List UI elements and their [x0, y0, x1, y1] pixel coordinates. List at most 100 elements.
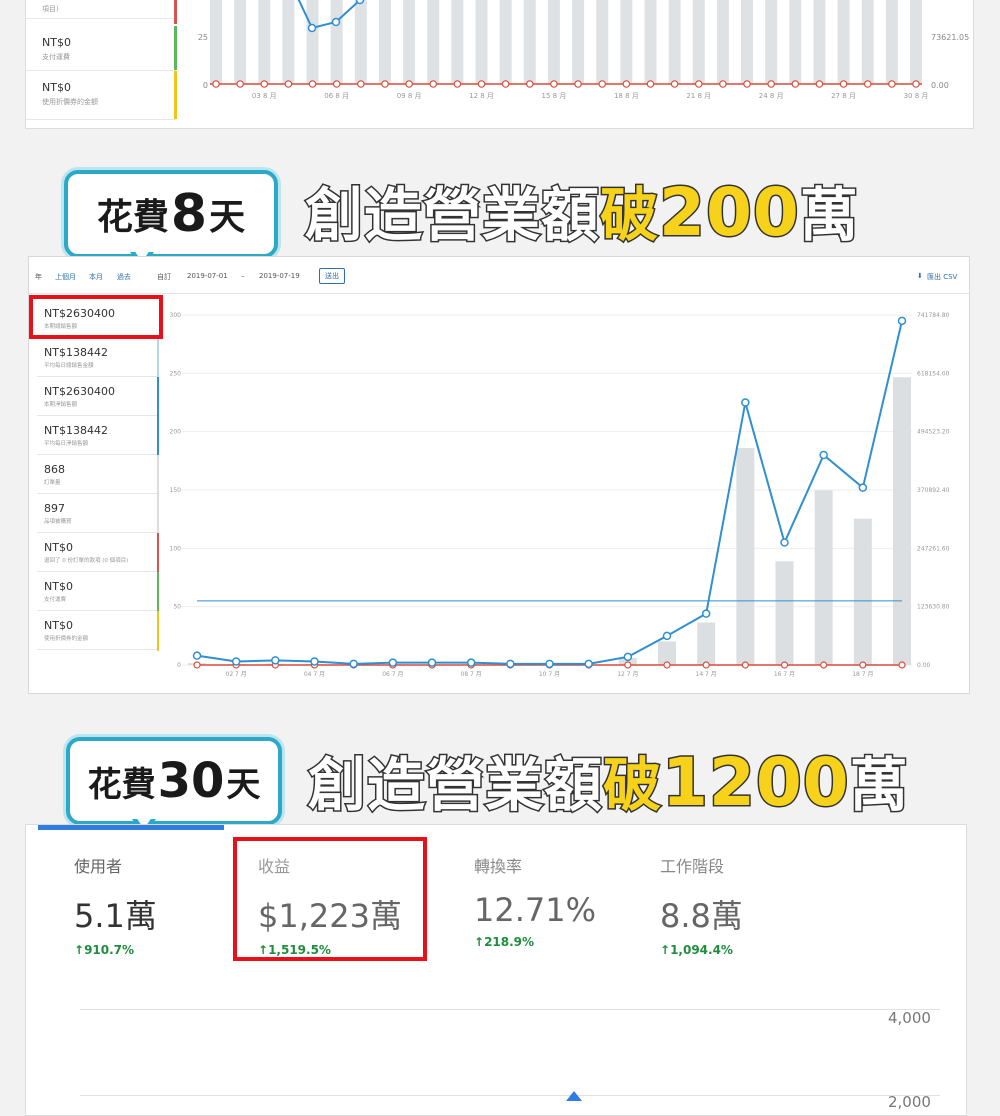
top-summary-cell[interactable]: 項目): [26, 0, 176, 19]
summary-cell[interactable]: NT$0退回了 0 份訂單的款項 (0 個項目): [37, 533, 159, 572]
range-past-tab[interactable]: 過去: [117, 272, 131, 282]
y-tick-label: 25: [198, 33, 208, 42]
y-tick-label: 250: [170, 370, 182, 377]
bar: [307, 0, 319, 84]
x-tick-label: 06 8 月: [324, 92, 349, 100]
data-point: [237, 81, 243, 87]
arrow-up-icon: ↑: [474, 935, 484, 949]
bar: [862, 0, 874, 84]
metric-sessions[interactable]: 工作階段 8.8萬 ↑1,094.4%: [660, 853, 743, 957]
metric-users[interactable]: 使用者 5.1萬 ↑910.7%: [74, 853, 157, 957]
data-point: [194, 662, 200, 668]
headline-white-text: 創造營業額: [305, 181, 600, 249]
y-tick-label-right: 123630.80: [917, 604, 950, 611]
data-point: [664, 632, 671, 639]
bar: [910, 0, 922, 84]
export-csv-link[interactable]: 匯出 CSV: [927, 272, 957, 282]
x-tick-label: 16 7 月: [774, 671, 795, 678]
headline-yellow-text: 破: [603, 751, 662, 819]
summary-label: 支付運費: [42, 52, 70, 62]
data-point: [899, 317, 906, 324]
summary-cell[interactable]: NT$0使用折價券的金額: [37, 611, 159, 650]
headline-number: 1200: [662, 744, 850, 821]
top-summary-cell[interactable]: NT$0 支付運費: [26, 26, 176, 71]
y-tick-label-right: 618154.00: [917, 370, 950, 377]
y-tick-label: 2,000: [888, 1093, 931, 1111]
y-tick-label: 100: [170, 545, 182, 552]
summary-cell[interactable]: NT$0支付運費: [37, 572, 159, 611]
data-point: [389, 659, 396, 666]
range-this-month-tab[interactable]: 本月: [89, 272, 103, 282]
metric-conversion-rate[interactable]: 轉換率 12.71% ↑218.9%: [474, 853, 596, 949]
accent-stripe-yellow: [174, 71, 177, 119]
data-point: [720, 81, 726, 87]
summary-cell[interactable]: NT$2630400本期淨銷售額: [37, 377, 159, 416]
summary-label: 使用折價券的金額: [42, 97, 98, 107]
summary-label: 使用折價券的金額: [44, 634, 88, 642]
range-custom-tab[interactable]: 自訂: [157, 272, 171, 282]
x-tick-label: 04 7 月: [304, 671, 325, 678]
headline-white-text: 萬: [850, 751, 909, 819]
y-tick-label: 50: [173, 604, 181, 611]
bar: [596, 0, 608, 84]
x-tick-label: 14 7 月: [696, 671, 717, 678]
data-point: [333, 81, 339, 87]
bar: [789, 0, 801, 84]
y-tick-label: 0: [177, 662, 181, 669]
summary-label: 品項被購買: [44, 517, 72, 525]
bar: [697, 623, 715, 665]
date-to-input[interactable]: 2019-07-19: [259, 272, 300, 280]
bar: [524, 0, 536, 84]
sales-report-panel: 年 上個月 本月 過去 自訂 2019-07-01 – 2019-07-19 送…: [28, 256, 970, 694]
top-summary-cell[interactable]: NT$0 使用折價券的金額: [26, 71, 176, 120]
sales-chart: 0501001502002503000.00123630.80247261.60…: [167, 293, 969, 693]
data-point: [859, 484, 866, 491]
bar: [355, 0, 367, 84]
data-point: [865, 81, 871, 87]
data-point: [742, 399, 749, 406]
metric-label: 使用者: [74, 853, 157, 877]
accent-stripe-red: [157, 533, 159, 572]
data-point: [840, 81, 846, 87]
x-tick-label: 24 8 月: [759, 92, 784, 100]
summary-value: NT$138442: [44, 424, 108, 437]
summary-cell[interactable]: 897品項被購買: [37, 494, 159, 533]
y-tick-label: 0: [203, 81, 208, 90]
bar: [765, 0, 777, 84]
summary-label: 項目): [42, 4, 59, 14]
data-point: [899, 662, 905, 668]
bar: [693, 0, 705, 84]
accent-stripe-blue: [157, 377, 159, 455]
data-point: [478, 81, 484, 87]
x-tick-label: 18 8 月: [614, 92, 639, 100]
data-point: [671, 81, 677, 87]
summary-value: NT$138442: [44, 346, 108, 359]
data-point: [311, 658, 318, 665]
bar: [572, 0, 584, 84]
y-tick-label: 4,000: [888, 1009, 931, 1027]
data-point: [357, 0, 364, 4]
summary-label: 支付運費: [44, 595, 66, 603]
gridline: [80, 1095, 940, 1096]
date-from-input[interactable]: 2019-07-01: [187, 272, 228, 280]
data-point: [350, 660, 357, 667]
days-badge-text: 花費 8 天: [68, 174, 274, 254]
submit-button[interactable]: 送出: [319, 268, 345, 284]
bar: [620, 0, 632, 84]
bar: [669, 0, 681, 84]
range-year-tab[interactable]: 年: [35, 272, 42, 282]
selected-tab-indicator: [38, 825, 224, 830]
data-point: [703, 610, 710, 617]
metric-label: 轉換率: [474, 853, 596, 877]
data-point: [468, 659, 475, 666]
data-point: [647, 81, 653, 87]
summary-cell[interactable]: NT$138442平均每日總銷售金額: [37, 338, 159, 377]
top-chart: 25073621.050.0003 8 月06 8 月09 8 月12 8 月1…: [196, 0, 973, 128]
data-point: [744, 81, 750, 87]
headline-yellow-text: 破: [600, 181, 659, 249]
summary-cell[interactable]: NT$138442平均每日淨銷售額: [37, 416, 159, 455]
summary-cell[interactable]: 868訂單量: [37, 455, 159, 494]
arrow-up-icon: ↑: [74, 943, 84, 957]
download-icon[interactable]: ⬇: [917, 272, 923, 280]
range-last-month-tab[interactable]: 上個月: [55, 272, 76, 282]
